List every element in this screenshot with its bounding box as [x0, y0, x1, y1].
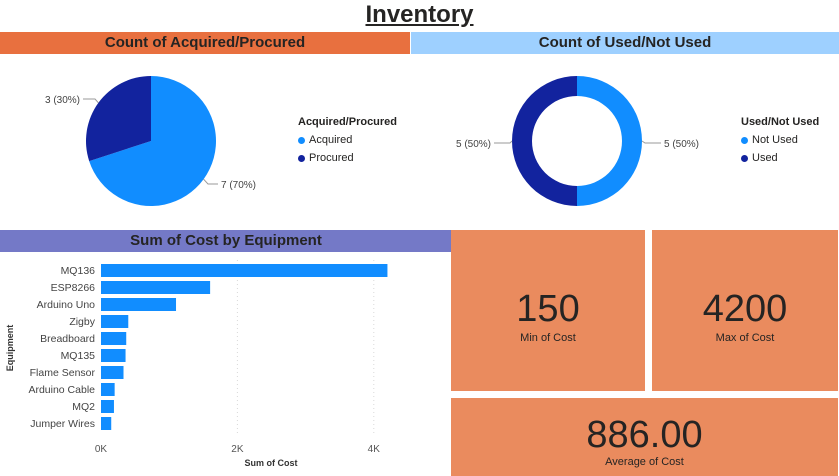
cost-bar-chart[interactable]: MQ136 ESP8266 Arduino Uno Zigby Breadboard MQ… [0, 254, 450, 476]
avg-cost-card: 886.00 Average of Cost [451, 398, 838, 476]
used-chart-header: Count of Used/Not Used [411, 32, 839, 54]
acquired-chart-header: Count of Acquired/Procured [0, 32, 410, 54]
bar-zigby[interactable] [101, 315, 129, 328]
slice-used[interactable] [512, 76, 577, 206]
max-cost-card: 4200 Max of Cost [652, 230, 838, 391]
legend-dot-used [741, 154, 748, 162]
y-tick-label: Arduino Uno [37, 299, 96, 311]
y-tick-label: Jumper Wires [30, 418, 95, 430]
used-legend-title: Used/Not Used [741, 116, 820, 128]
y-tick-label: Breadboard [40, 333, 95, 345]
min-cost-card: 150 Min of Cost [451, 230, 645, 391]
y-tick-label: Flame Sensor [30, 367, 96, 379]
y-tick-label: Zigby [69, 316, 95, 328]
y-tick-label: MQ136 [61, 265, 96, 277]
y-tick-label: MQ135 [61, 350, 96, 362]
cost-chart-header: Sum of Cost by Equipment [0, 230, 452, 252]
bar-mq2[interactable] [101, 400, 114, 413]
legend-label-used: Used [752, 152, 778, 164]
avg-cost-value: 886.00 [586, 414, 703, 456]
acquired-legend-title: Acquired/Procured [298, 116, 398, 128]
used-legend: Used/Not Used Not Used Used [741, 116, 819, 164]
y-tick-label: Arduino Cable [28, 384, 95, 396]
legend-item-not-used[interactable]: Not Used [741, 134, 819, 146]
max-cost-value: 4200 [702, 288, 788, 330]
legend-label-not-used: Not Used [752, 134, 798, 146]
data-label-used: 5 (50%) [456, 139, 491, 150]
legend-dot-acquired [298, 136, 305, 144]
data-label-acquired: 7 (70%) [221, 180, 256, 191]
leader-line-used [494, 140, 513, 144]
leader-line-not-used [641, 140, 661, 144]
y-tick-label: MQ2 [72, 401, 95, 413]
legend-dot-procured [298, 154, 305, 162]
slice-not-used[interactable] [577, 76, 642, 206]
x-tick-label: 0K [95, 444, 108, 455]
bar-esp8266[interactable] [101, 281, 211, 294]
acquired-pie-chart[interactable]: 7 (70%) 3 (30%) [0, 56, 300, 226]
data-label-not-used: 5 (50%) [664, 139, 699, 150]
legend-label-acquired: Acquired [309, 134, 353, 146]
legend-item-procured[interactable]: Procured [298, 152, 397, 164]
y-tick-label: ESP8266 [51, 282, 96, 294]
x-tick-label: 4K [368, 444, 381, 455]
avg-cost-label: Average of Cost [605, 456, 684, 468]
bar-mq135[interactable] [101, 349, 126, 362]
bar-jumper-wires[interactable] [101, 417, 112, 430]
min-cost-label: Min of Cost [520, 332, 576, 344]
legend-item-acquired[interactable]: Acquired [298, 134, 397, 146]
bar-breadboard[interactable] [101, 332, 127, 345]
leader-line-acquired [203, 178, 218, 185]
legend-item-used[interactable]: Used [741, 152, 819, 164]
bar-arduino-uno[interactable] [101, 298, 177, 311]
x-axis-title: Sum of Cost [245, 458, 298, 468]
bar-mq136[interactable] [101, 264, 388, 277]
y-axis-title: Equipment [5, 325, 15, 372]
acquired-legend: Acquired/Procured Acquired Procured [298, 116, 397, 164]
leader-line-procured [83, 98, 99, 104]
max-cost-label: Max of Cost [715, 332, 775, 344]
used-donut-chart[interactable]: 5 (50%) 5 (50%) [420, 56, 720, 226]
bar-arduino-cable[interactable] [101, 383, 115, 396]
legend-dot-not-used [741, 136, 748, 144]
legend-label-procured: Procured [309, 152, 354, 164]
x-tick-label: 2K [231, 444, 244, 455]
page-title: Inventory [365, 1, 474, 28]
min-cost-value: 150 [516, 288, 580, 330]
data-label-procured: 3 (30%) [45, 95, 80, 106]
bar-flame-sensor[interactable] [101, 366, 124, 379]
